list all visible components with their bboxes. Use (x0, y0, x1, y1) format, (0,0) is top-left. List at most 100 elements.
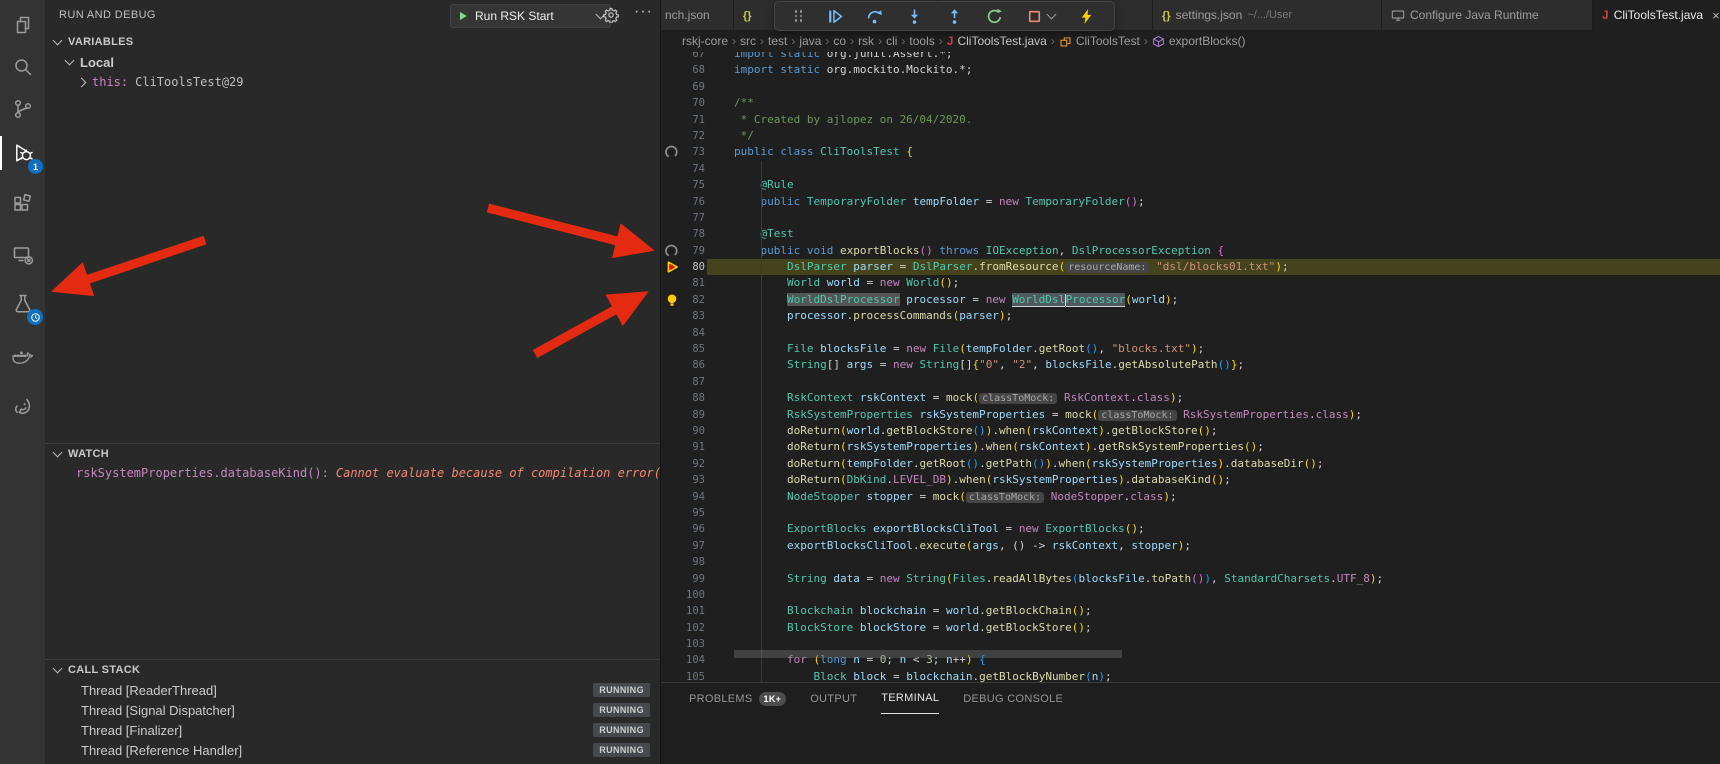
code-line-72[interactable]: 72 */ (661, 128, 1720, 144)
code-line-102[interactable]: 102 BlockStore blockStore = world.getBlo… (661, 620, 1720, 636)
call-stack-section-header[interactable]: CALL STACK (45, 660, 660, 680)
activity-bar-item-remote-explorer[interactable] (0, 234, 45, 276)
panel-tab-terminal[interactable]: TERMINAL (881, 683, 939, 714)
vscode-window: 1 RUN AND DEBUG Run RSK Start ··· VARIAB… (0, 0, 1720, 764)
code-line-79[interactable]: 79 public void exportBlocks() throws IOE… (661, 243, 1720, 259)
continue-button[interactable] (826, 8, 843, 25)
code-line-85[interactable]: 85 File blocksFile = new File(tempFolder… (661, 341, 1720, 357)
code-line-89[interactable]: 89 RskSystemProperties rskSystemProperti… (661, 407, 1720, 423)
gripper-handle[interactable] (795, 10, 803, 22)
line-number: 105 (669, 669, 705, 683)
editor-tab-Configure Java Runtime[interactable]: Configure Java Runtime (1382, 0, 1593, 30)
code-area[interactable]: 67import static org.junit.Assert.*;68imp… (661, 46, 1720, 683)
more-actions-icon[interactable]: ··· (634, 3, 653, 21)
code-line-93[interactable]: 93 doReturn(DbKind.LEVEL_DB).when(rskSys… (661, 472, 1720, 488)
editor-tab-CliToolsTest.java[interactable]: JCliToolsTest.java× (1593, 0, 1720, 30)
code-line-75[interactable]: 75 @Rule (661, 177, 1720, 193)
breadcrumb-segment[interactable]: cli (886, 34, 897, 48)
call-stack-thread[interactable]: Thread [Finalizer]RUNNING (45, 720, 660, 740)
call-stack-thread[interactable]: Thread [Reference Handler]RUNNING (45, 740, 660, 760)
code-line-105[interactable]: 105 Block block = blockchain.getBlockByN… (661, 669, 1720, 683)
breadcrumb-separator: › (732, 34, 736, 48)
breadcrumb-file[interactable]: CliToolsTest.java (957, 34, 1046, 48)
breadcrumb-symbol[interactable]: CliToolsTest (1076, 34, 1140, 48)
breadcrumb-symbol[interactable]: exportBlocks() (1169, 34, 1246, 48)
close-icon[interactable]: × (1712, 8, 1720, 23)
code-line-94[interactable]: 94 NodeStopper stopper = mock(classToMoc… (661, 489, 1720, 505)
breadcrumb-separator: › (850, 34, 854, 48)
code-line-90[interactable]: 90 doReturn(world.getBlockStore()).when(… (661, 423, 1720, 439)
code-line-71[interactable]: 71 * Created by ajlopez on 26/04/2020. (661, 112, 1720, 128)
code-line-91[interactable]: 91 doReturn(rskSystemProperties).when(rs… (661, 439, 1720, 455)
code-line-82[interactable]: 82 WorldDslProcessor processor = new Wor… (661, 292, 1720, 308)
breadcrumb-segment[interactable]: tools (909, 34, 934, 48)
activity-bar-item-docker[interactable] (0, 335, 45, 377)
code-line-77[interactable]: 77 (661, 210, 1720, 226)
watch-expression-row[interactable]: rskSystemProperties.databaseKind(): Cann… (45, 464, 660, 482)
debug-start-icon[interactable] (457, 10, 469, 22)
tab-description: ~/.../User (1247, 9, 1292, 21)
code-line-84[interactable]: 84 (661, 325, 1720, 341)
variable-this[interactable]: this: CliToolsTest@29 (45, 72, 660, 92)
code-line-88[interactable]: 88 RskContext rskContext = mock(classToM… (661, 390, 1720, 406)
code-line-95[interactable]: 95 (661, 505, 1720, 521)
breadcrumb-segment[interactable]: java (799, 34, 821, 48)
launch-config-select[interactable]: Run RSK Start (450, 4, 611, 28)
code-line-86[interactable]: 86 String[] args = new String[]{"0", "2"… (661, 357, 1720, 373)
call-stack-thread[interactable]: Thread [ReaderThread]RUNNING (45, 680, 660, 700)
activity-bar-item-files[interactable] (0, 4, 45, 46)
activity-bar-item-search[interactable] (0, 46, 45, 88)
code-line-73[interactable]: 73public class CliToolsTest { (661, 144, 1720, 160)
line-text: WorldDslProcessor processor = new WorldD… (734, 292, 1720, 308)
editor-tab-nch.json[interactable]: nch.json (661, 0, 734, 30)
code-line-83[interactable]: 83 processor.processCommands(parser); (661, 308, 1720, 324)
code-line-76[interactable]: 76 public TemporaryFolder tempFolder = n… (661, 194, 1720, 210)
panel-tab-output[interactable]: OUTPUT (810, 684, 857, 714)
line-text: exportBlocksCliTool.execute(args, () -> … (734, 538, 1720, 554)
activity-bar-item-gradle[interactable] (0, 386, 45, 428)
activity-bar-item-test-beaker[interactable] (0, 283, 45, 325)
code-line-81[interactable]: 81 World world = new World(); (661, 275, 1720, 291)
breadcrumb-segment[interactable]: src (740, 34, 756, 48)
line-number: 94 (669, 489, 705, 505)
search-icon (11, 55, 35, 79)
code-line-96[interactable]: 96 ExportBlocks exportBlocksCliTool = ne… (661, 521, 1720, 537)
restart-button[interactable] (986, 8, 1003, 25)
code-line-80[interactable]: 80 DslParser parser = DslParser.fromReso… (661, 259, 1720, 275)
code-line-98[interactable]: 98 (661, 554, 1720, 570)
watch-section-header[interactable]: WATCH (45, 444, 660, 464)
gradle-icon (11, 395, 35, 419)
code-line-74[interactable]: 74 (661, 161, 1720, 177)
code-line-97[interactable]: 97 exportBlocksCliTool.execute(args, () … (661, 538, 1720, 554)
editor-tab-settings.json[interactable]: {}settings.json~/.../User (1153, 0, 1382, 30)
step-out-button[interactable] (946, 8, 963, 25)
panel-tab-debug-console[interactable]: DEBUG CONSOLE (963, 684, 1063, 714)
code-line-100[interactable]: 100 (661, 587, 1720, 603)
activity-bar-item-source-control[interactable] (0, 88, 45, 130)
breadcrumb-segment[interactable]: rskj-core (682, 34, 728, 48)
variables-section-header[interactable]: VARIABLES (45, 32, 660, 52)
breadcrumb-segment[interactable]: rsk (858, 34, 874, 48)
stop-button[interactable] (1026, 8, 1055, 25)
debug-settings-gear-icon[interactable] (603, 7, 619, 26)
activity-bar-item-extensions[interactable] (0, 183, 45, 225)
code-line-68[interactable]: 68import static org.mockito.Mockito.*; (661, 62, 1720, 78)
call-stack-thread[interactable]: Thread [Signal Dispatcher]RUNNING (45, 700, 660, 720)
code-line-99[interactable]: 99 String data = new String(Files.readAl… (661, 571, 1720, 587)
code-line-69[interactable]: 69 (661, 79, 1720, 95)
code-line-78[interactable]: 78 @Test (661, 226, 1720, 242)
breadcrumb-segment[interactable]: test (768, 34, 787, 48)
step-over-button[interactable] (866, 8, 883, 25)
breadcrumb-segment[interactable]: co (833, 34, 846, 48)
line-number: 69 (669, 79, 705, 95)
code-line-70[interactable]: 70/** (661, 95, 1720, 111)
activity-bar-item-run-and-debug[interactable]: 1 (0, 132, 45, 174)
code-line-92[interactable]: 92 doReturn(tempFolder.getRoot().getPath… (661, 456, 1720, 472)
step-into-button[interactable] (906, 8, 923, 25)
hot-code-replace-button[interactable] (1078, 8, 1095, 25)
panel-tab-problems[interactable]: PROBLEMS1K+ (689, 684, 786, 714)
horizontal-scrollbar[interactable] (734, 650, 1122, 658)
variables-scope-local[interactable]: Local (45, 52, 660, 72)
code-line-87[interactable]: 87 (661, 374, 1720, 390)
code-line-101[interactable]: 101 Blockchain blockchain = world.getBlo… (661, 603, 1720, 619)
